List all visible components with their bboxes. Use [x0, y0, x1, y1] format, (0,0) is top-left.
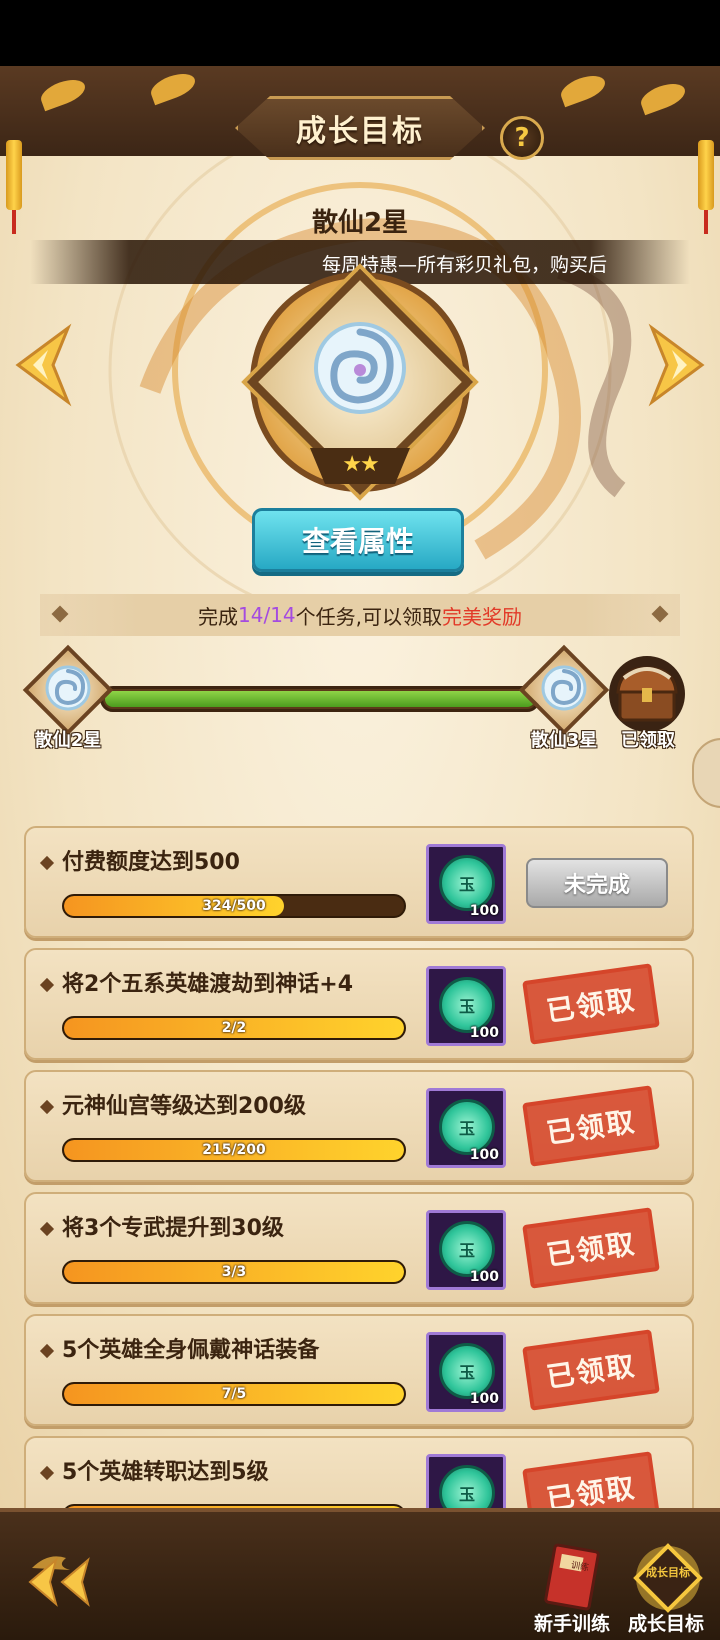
claimed-label: 已领取 — [544, 1348, 639, 1395]
help-button[interactable]: ? — [500, 116, 544, 160]
stage-progress-bar — [100, 686, 540, 712]
claimed-label: 已领取 — [544, 1226, 639, 1273]
help-icon: ? — [514, 123, 530, 153]
treasure-chest-icon[interactable] — [604, 654, 690, 734]
task-title: 5个英雄转职达到5级 — [42, 1454, 269, 1486]
reward-slot[interactable]: 玉100 — [426, 844, 506, 924]
reward-quantity: 100 — [469, 1391, 499, 1407]
task-progress-bar: 324/500 — [62, 894, 406, 918]
ginkgo-leaf-decor — [147, 68, 199, 106]
task-progress-text: 215/200 — [202, 1142, 266, 1158]
reward-slot[interactable]: 玉100 — [426, 1332, 506, 1412]
view-attributes-label: 查看属性 — [301, 525, 414, 558]
reward-quantity: 100 — [469, 1147, 499, 1163]
task-title: 元神仙宫等级达到200级 — [42, 1088, 306, 1120]
reward-quantity: 100 — [469, 1269, 499, 1285]
nav-growth-target-label: 成长目标 — [627, 1613, 704, 1635]
completion-count: 14/14 — [238, 603, 296, 627]
ginkgo-leaf-decor — [37, 74, 89, 112]
cloud-spirit-icon — [314, 322, 406, 414]
claimed-label: 已领取 — [544, 1104, 639, 1151]
stage-emblem: ★★ — [230, 268, 490, 496]
nav-newbie-training[interactable]: 训练 新手训练 — [522, 1540, 622, 1636]
task-title: 将2个五系英雄渡劫到神话+4 — [42, 966, 353, 998]
growth-target-icon: 成长目标 — [633, 1543, 703, 1613]
claimed-label: 已领取 — [544, 982, 639, 1029]
claimed-stamp: 已领取 — [522, 1207, 660, 1289]
task-progress-text: 7/5 — [221, 1386, 247, 1402]
completion-banner: 完成 14/14 个任务,可以领取 完美奖励 — [40, 594, 680, 636]
task-row: 5个英雄全身佩戴神话装备 7/5 玉 100 已领取 — [24, 1314, 694, 1426]
task-title: 将3个专武提升到30级 — [42, 1210, 284, 1242]
growth-target-screen: 成长目标 ? 散仙2星 每周特惠—所有彩贝礼包，购买后 ★★ 查看属性 完成 14… — [0, 0, 720, 1640]
back-arrow-icon[interactable] — [26, 1548, 116, 1612]
completion-reward: 完美奖励 — [442, 604, 522, 629]
task-progress-bar: 3/3 — [62, 1260, 406, 1284]
task-progress-text: 2/2 — [221, 1020, 247, 1036]
task-list: 付费额度达到500 324/500 玉 100 未完成 将2个五系英雄渡劫到神话+4 2/2… — [0, 826, 720, 1510]
completion-prefix: 完成 — [198, 604, 238, 629]
task-row: 将2个五系英雄渡劫到神话+4 2/2 玉 100 已领取 — [24, 948, 694, 1060]
reward-slot[interactable]: 玉100 — [426, 966, 506, 1046]
reward-quantity: 100 — [469, 1025, 499, 1041]
task-progress-bar: 215/200 — [62, 1138, 406, 1162]
banner-diamond-decor — [51, 605, 69, 623]
next-stage-arrow-icon[interactable] — [642, 320, 712, 410]
end-stage-node — [518, 644, 610, 736]
completion-middle: 个任务,可以领取 — [295, 604, 442, 629]
view-attributes-button[interactable]: 查看属性 — [252, 508, 464, 572]
status-bar — [0, 0, 720, 66]
page-title-plate: 成长目标 — [235, 96, 485, 160]
task-row: 5个英雄转职达到5级 玉100 已领取 — [24, 1436, 694, 1510]
star-rating: ★★ — [310, 448, 410, 484]
task-progress-text: 3/3 — [221, 1264, 247, 1280]
claimed-label: 已领取 — [544, 1470, 639, 1510]
page-title: 成长目标 — [296, 114, 424, 149]
ginkgo-leaf-decor — [637, 78, 689, 116]
start-stage-label: 散仙2星 — [34, 730, 102, 751]
task-row: 付费额度达到500 324/500 玉 100 未完成 — [24, 826, 694, 938]
cloud-spirit-icon — [45, 665, 91, 711]
task-row: 元神仙宫等级达到200级 215/200 玉 100 已领取 — [24, 1070, 694, 1182]
chest-status-label: 已领取 — [621, 730, 675, 751]
cloud-spirit-icon — [541, 665, 587, 711]
task-title: 付费额度达到500 — [42, 844, 240, 876]
badge-text: 成长目标 — [646, 1565, 690, 1579]
ginkgo-leaf-decor — [557, 70, 609, 108]
task-progress-bar: 7/5 — [62, 1382, 406, 1406]
reward-slot[interactable]: 玉100 — [426, 1088, 506, 1168]
previous-stage-arrow-icon[interactable] — [8, 320, 78, 410]
reward-slot[interactable]: 玉100 — [426, 1210, 506, 1290]
stage-name: 散仙2星 — [311, 208, 409, 238]
stage-progress-fill — [105, 691, 535, 707]
incomplete-button[interactable]: 未完成 — [526, 858, 668, 908]
claimed-stamp: 已领取 — [522, 1085, 660, 1167]
nav-growth-target[interactable]: 成长目标 成长目标 — [616, 1540, 716, 1636]
start-stage-node — [22, 644, 114, 736]
task-row: 将3个专武提升到30级 3/3 玉 100 已领取 — [24, 1192, 694, 1304]
training-scroll-icon: 训练 — [544, 1543, 600, 1611]
nav-newbie-training-label: 新手训练 — [533, 1613, 610, 1635]
reward-slot[interactable]: 玉100 — [426, 1454, 506, 1510]
task-progress-text: 324/500 — [202, 898, 266, 914]
claimed-stamp: 已领取 — [522, 1451, 660, 1510]
claimed-stamp: 已领取 — [522, 1329, 660, 1411]
incomplete-label: 未完成 — [563, 873, 630, 898]
jade-coin-icon: 玉 — [439, 1465, 495, 1510]
banner-diamond-decor — [651, 605, 669, 623]
claimed-stamp: 已领取 — [522, 963, 660, 1045]
reward-quantity: 100 — [469, 903, 499, 919]
task-title: 5个英雄全身佩戴神话装备 — [42, 1332, 319, 1364]
task-progress-bar: 2/2 — [62, 1016, 406, 1040]
